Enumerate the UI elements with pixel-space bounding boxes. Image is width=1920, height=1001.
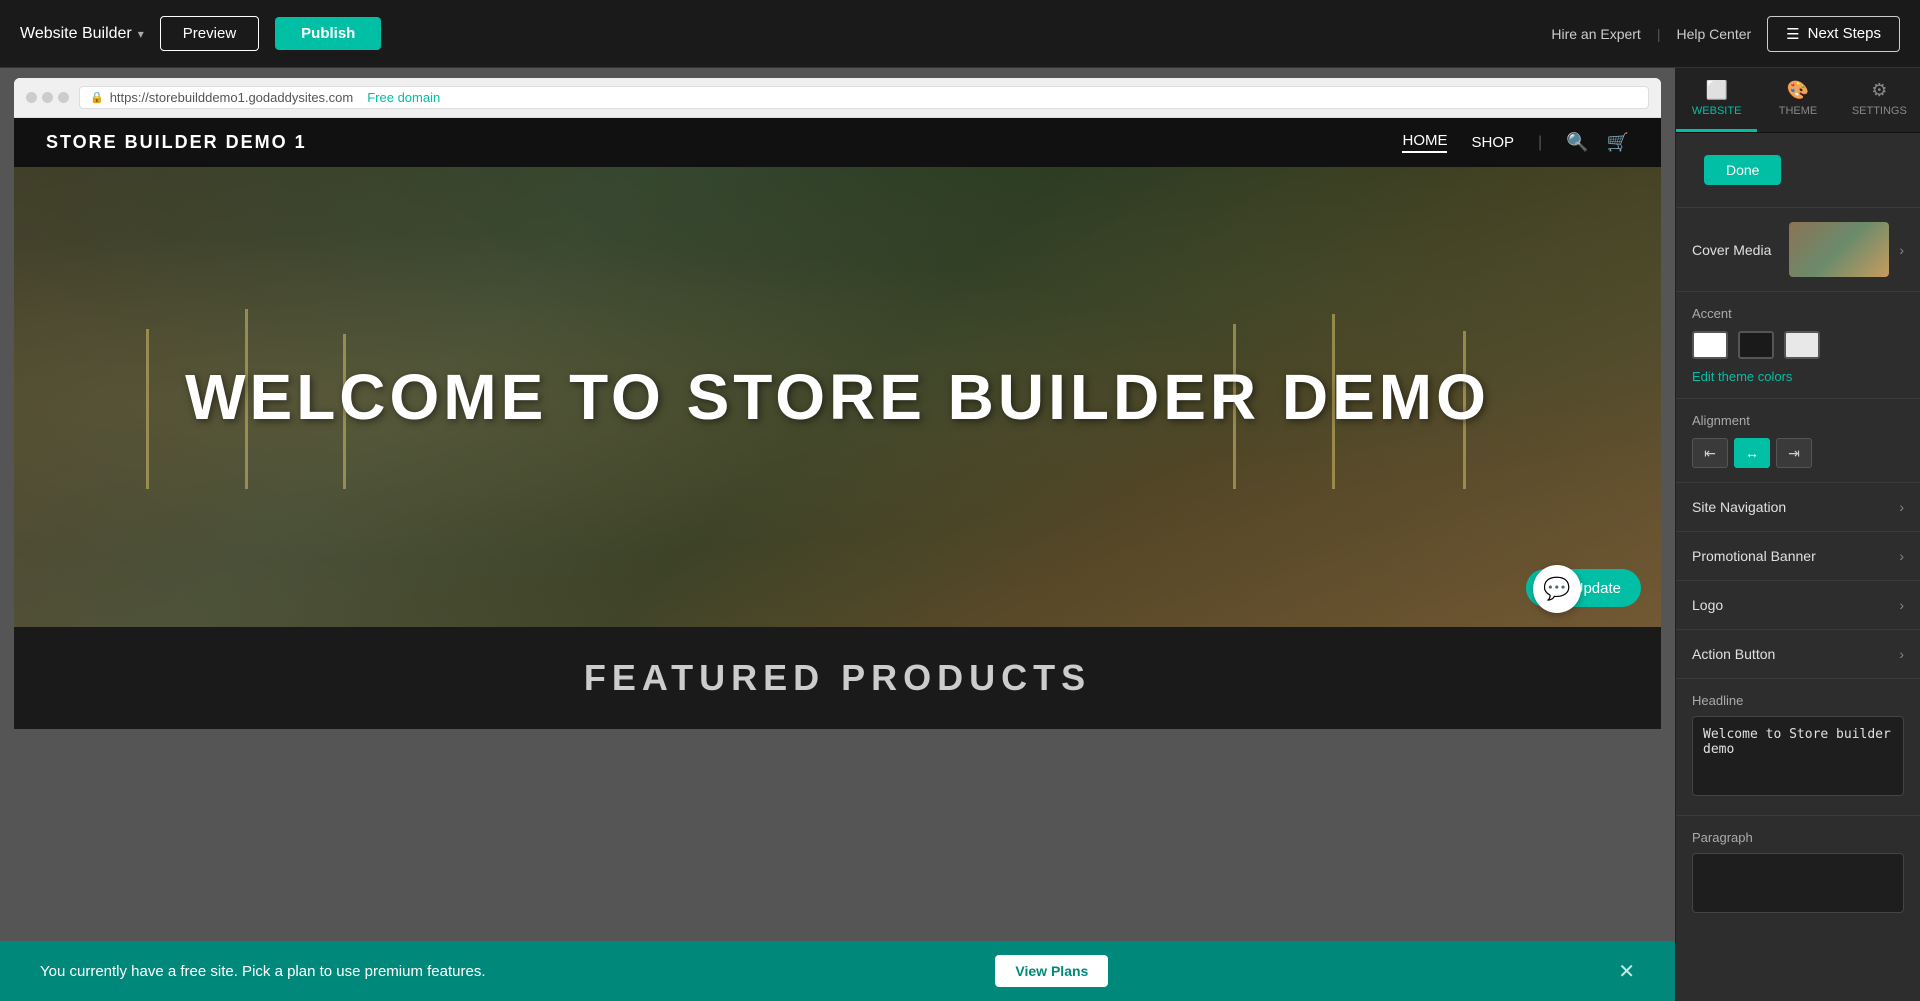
accent-label: Accent	[1692, 306, 1904, 321]
align-center-button[interactable]: ↔	[1734, 438, 1770, 468]
lamp-post	[146, 329, 149, 489]
cover-media-section: Cover Media ›	[1676, 208, 1920, 292]
chat-bubble-button[interactable]: 💬	[1533, 565, 1581, 613]
alignment-label: Alignment	[1692, 413, 1904, 428]
settings-tab-icon: ⚙	[1871, 80, 1887, 101]
cart-icon[interactable]: 🛒	[1607, 132, 1629, 153]
logo-chevron-icon: ›	[1899, 597, 1904, 613]
nav-shop-link[interactable]: SHOP	[1471, 134, 1514, 151]
site-navigation-chevron-icon: ›	[1899, 499, 1904, 515]
accent-section: Accent Edit theme colors	[1676, 292, 1920, 399]
site-preview: STORE BUILDER DEMO 1 HOME SHOP | 🔍 🛒	[14, 118, 1661, 729]
tab-settings[interactable]: ⚙ SETTINGS	[1839, 68, 1920, 132]
browser-toolbar: 🔒 https://storebuilddemo1.godaddysites.c…	[14, 78, 1661, 118]
promotional-banner-label: Promotional Banner	[1692, 548, 1816, 564]
publish-button[interactable]: Publish	[275, 17, 381, 50]
next-steps-button[interactable]: ☰ Next Steps	[1767, 16, 1900, 52]
featured-section: FEATURED PRODUCTS	[14, 627, 1661, 729]
browser-dot-green	[58, 92, 69, 103]
alignment-buttons: ⇤ ↔ ⇥	[1692, 438, 1904, 468]
theme-tab-icon: 🎨	[1787, 80, 1809, 101]
canvas-area: 🔒 https://storebuilddemo1.godaddysites.c…	[0, 68, 1675, 1001]
close-banner-icon[interactable]: ✕	[1618, 959, 1635, 984]
site-nav: STORE BUILDER DEMO 1 HOME SHOP | 🔍 🛒	[14, 118, 1661, 167]
hero-title: WELCOME TO STORE BUILDER DEMO	[185, 360, 1490, 434]
alignment-section: Alignment ⇤ ↔ ⇥	[1676, 399, 1920, 483]
align-right-button[interactable]: ⇥	[1776, 438, 1812, 468]
done-button[interactable]: Done	[1704, 155, 1781, 185]
browser-chrome: 🔒 https://storebuilddemo1.godaddysites.c…	[14, 78, 1661, 729]
nav-icons: 🔍 🛒	[1566, 132, 1629, 153]
cover-media-right: ›	[1789, 222, 1904, 277]
tab-theme[interactable]: 🎨 THEME	[1757, 68, 1838, 132]
paragraph-label: Paragraph	[1692, 830, 1904, 845]
lock-icon: 🔒	[90, 91, 104, 104]
headline-section: Headline	[1676, 679, 1920, 816]
accent-swatch-white[interactable]	[1692, 331, 1728, 359]
site-nav-links: HOME SHOP | 🔍 🛒	[1402, 132, 1629, 153]
cover-media-chevron-icon: ›	[1899, 242, 1904, 258]
site-navigation-label: Site Navigation	[1692, 499, 1786, 515]
tab-website[interactable]: ⬜ WEBSITE	[1676, 68, 1757, 132]
hero-section[interactable]: WELCOME TO STORE BUILDER DEMO 📷 Update 💬	[14, 167, 1661, 627]
action-button-section[interactable]: Action Button ›	[1676, 630, 1920, 679]
browser-address-bar[interactable]: 🔒 https://storebuilddemo1.godaddysites.c…	[79, 86, 1649, 109]
browser-dot-red	[26, 92, 37, 103]
chat-icon: 💬	[1543, 576, 1570, 602]
nav-divider: |	[1538, 134, 1542, 152]
browser-dot-yellow	[42, 92, 53, 103]
paragraph-section: Paragraph	[1676, 816, 1920, 932]
divider: |	[1657, 26, 1661, 42]
headline-textarea[interactable]	[1692, 716, 1904, 796]
main-layout: 🔒 https://storebuilddemo1.godaddysites.c…	[0, 68, 1920, 1001]
cover-media-header[interactable]: Cover Media ›	[1676, 208, 1920, 291]
settings-tab-label: SETTINGS	[1852, 105, 1907, 117]
hire-expert-link[interactable]: Hire an Expert	[1551, 26, 1640, 42]
brand-title[interactable]: Website Builder ▾	[20, 25, 144, 43]
preview-button[interactable]: Preview	[160, 16, 259, 51]
top-bar: Website Builder ▾ Preview Publish Hire a…	[0, 0, 1920, 68]
featured-title: FEATURED PRODUCTS	[44, 657, 1631, 699]
bottom-banner: You currently have a free site. Pick a p…	[0, 941, 1675, 1001]
brand-chevron-icon: ▾	[138, 27, 144, 41]
accent-colors	[1692, 331, 1904, 359]
top-bar-center: Hire an Expert | Help Center ☰ Next Step…	[1551, 16, 1900, 52]
paragraph-textarea[interactable]	[1692, 853, 1904, 913]
promotional-banner-chevron-icon: ›	[1899, 548, 1904, 564]
view-plans-button[interactable]: View Plans	[995, 955, 1108, 987]
free-domain-link[interactable]: Free domain	[367, 90, 440, 105]
logo-label: Logo	[1692, 597, 1723, 613]
nav-home-link[interactable]: HOME	[1402, 132, 1447, 153]
done-section: Done	[1676, 133, 1920, 208]
logo-section[interactable]: Logo ›	[1676, 581, 1920, 630]
website-tab-icon: ⬜	[1705, 80, 1727, 101]
accent-swatch-black[interactable]	[1738, 331, 1774, 359]
align-left-button[interactable]: ⇤	[1692, 438, 1728, 468]
edit-theme-link[interactable]: Edit theme colors	[1692, 369, 1904, 384]
steps-icon: ☰	[1786, 25, 1799, 43]
site-navigation-section[interactable]: Site Navigation ›	[1676, 483, 1920, 532]
search-icon[interactable]: 🔍	[1566, 132, 1588, 153]
banner-message: You currently have a free site. Pick a p…	[40, 963, 486, 980]
accent-swatch-light[interactable]	[1784, 331, 1820, 359]
cover-media-preview[interactable]	[1789, 222, 1889, 277]
action-button-chevron-icon: ›	[1899, 646, 1904, 662]
promotional-banner-section[interactable]: Promotional Banner ›	[1676, 532, 1920, 581]
next-steps-label: Next Steps	[1808, 25, 1881, 42]
action-button-label: Action Button	[1692, 646, 1775, 662]
panel-tabs: ⬜ WEBSITE 🎨 THEME ⚙ SETTINGS	[1676, 68, 1920, 133]
help-center-link[interactable]: Help Center	[1676, 26, 1751, 42]
website-tab-label: WEBSITE	[1692, 105, 1742, 117]
right-panel: ⬜ WEBSITE 🎨 THEME ⚙ SETTINGS Done Cover …	[1675, 68, 1920, 1001]
top-bar-left: Website Builder ▾ Preview Publish	[20, 16, 381, 51]
theme-tab-label: THEME	[1779, 105, 1818, 117]
browser-dots	[26, 92, 69, 103]
site-logo: STORE BUILDER DEMO 1	[46, 132, 307, 153]
brand-title-text: Website Builder	[20, 25, 132, 43]
address-text: https://storebuilddemo1.godaddysites.com	[110, 90, 354, 105]
cover-media-title: Cover Media	[1692, 242, 1771, 258]
headline-label: Headline	[1692, 693, 1904, 708]
